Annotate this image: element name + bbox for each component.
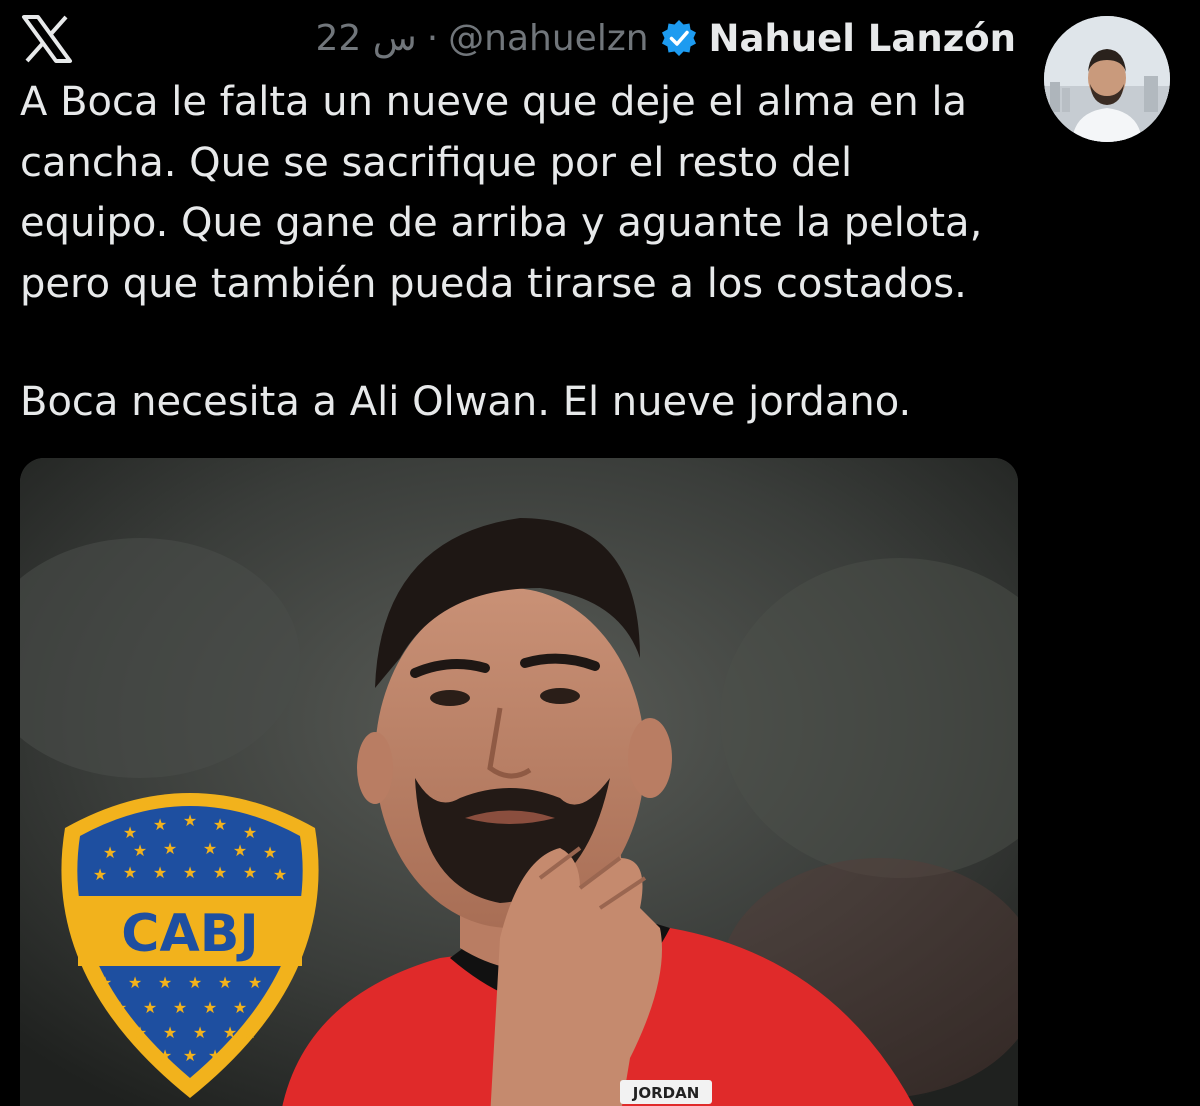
svg-text:★: ★ — [153, 863, 167, 882]
svg-text:★: ★ — [103, 843, 117, 862]
tweet-header: 22 س · @nahuelzn Nahuel Lanzón — [315, 14, 1016, 62]
tweet-line: equipo. Que gane de arriba y aguante la … — [20, 200, 983, 246]
avatar[interactable] — [1044, 16, 1170, 142]
svg-text:★: ★ — [153, 815, 167, 834]
user-handle[interactable]: @nahuelzn — [448, 18, 648, 59]
tweet-timestamp[interactable]: 22 س — [315, 18, 416, 59]
display-name[interactable]: Nahuel Lanzón — [709, 17, 1016, 60]
svg-text:★: ★ — [243, 823, 257, 842]
tweet-line: Boca necesita a Ali Olwan. El nueve jord… — [20, 379, 912, 425]
svg-text:★: ★ — [183, 811, 197, 830]
svg-text:★: ★ — [128, 973, 142, 992]
svg-text:★: ★ — [158, 1046, 172, 1065]
svg-text:★: ★ — [158, 973, 172, 992]
x-logo-icon[interactable] — [20, 14, 74, 64]
svg-text:★: ★ — [263, 843, 277, 862]
svg-text:★: ★ — [113, 998, 127, 1017]
svg-text:★: ★ — [203, 998, 217, 1017]
tweet-text: A Boca le falta un nueve que deje el alm… — [20, 72, 1030, 433]
tweet-line: pero que también pueda tirarse a los cos… — [20, 260, 967, 307]
svg-text:★: ★ — [123, 823, 137, 842]
svg-text:★: ★ — [273, 865, 287, 884]
svg-text:★: ★ — [183, 863, 197, 882]
svg-text:★: ★ — [133, 1023, 147, 1042]
svg-text:★: ★ — [163, 1023, 177, 1042]
svg-text:★: ★ — [193, 1023, 207, 1042]
jersey-label: JORDAN — [632, 1084, 700, 1102]
svg-text:★: ★ — [208, 1046, 222, 1065]
svg-text:★: ★ — [213, 863, 227, 882]
svg-text:★: ★ — [243, 863, 257, 882]
crest-text: CABJ — [121, 904, 258, 964]
svg-text:★: ★ — [223, 1023, 237, 1042]
tweet-line: A Boca le falta un nueve que deje el alm… — [20, 79, 968, 125]
svg-text:★: ★ — [163, 839, 177, 858]
svg-text:★: ★ — [143, 998, 157, 1017]
svg-text:★: ★ — [173, 998, 187, 1017]
svg-text:★: ★ — [243, 1023, 257, 1042]
svg-text:★: ★ — [233, 998, 247, 1017]
svg-text:★: ★ — [123, 863, 137, 882]
svg-text:★: ★ — [183, 1046, 197, 1065]
svg-text:★: ★ — [98, 973, 112, 992]
svg-text:★: ★ — [93, 865, 107, 884]
svg-text:★: ★ — [218, 973, 232, 992]
svg-text:★: ★ — [248, 973, 262, 992]
verified-badge-icon[interactable] — [659, 18, 699, 58]
tweet-line: cancha. Que se sacrifique por el resto d… — [20, 139, 853, 186]
svg-text:★: ★ — [188, 973, 202, 992]
svg-text:★: ★ — [203, 839, 217, 858]
svg-text:★: ★ — [233, 841, 247, 860]
svg-text:★: ★ — [133, 841, 147, 860]
separator-dot: · — [426, 17, 439, 59]
tweet-media-image[interactable]: JORDAN CABJ ★ ★ ★ ★ ★ ★ ★ ★ ★ ★ ★ ★ ★ ★ ★ ★ ★ ★ ★ ★ ★ ★ ★ ★ ★… — [20, 458, 1018, 1106]
svg-text:★: ★ — [258, 998, 272, 1017]
svg-text:★: ★ — [273, 973, 287, 992]
svg-text:★: ★ — [213, 815, 227, 834]
